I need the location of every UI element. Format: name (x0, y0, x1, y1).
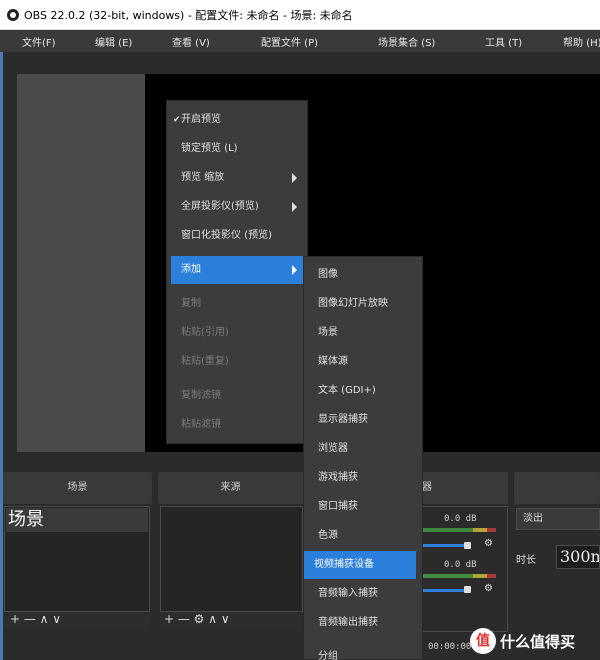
submenu-item-group[interactable]: 分组 (308, 643, 418, 660)
scene-list-item[interactable]: 场景 (6, 508, 148, 532)
status-time: 00:00:00 (428, 642, 472, 652)
watermark-text: 什么值得买 (500, 632, 576, 651)
menu-item-copy[interactable]: 复制 (171, 290, 303, 318)
submenu-arrow-icon (292, 173, 297, 183)
sources-list[interactable] (160, 506, 303, 612)
transition-select[interactable]: 淡出 (516, 508, 600, 530)
menu-tools[interactable]: 工具 (T) (485, 34, 522, 49)
submenu-item-scene[interactable]: 场景 (308, 319, 418, 347)
menu-help[interactable]: 帮助 (H) (563, 34, 600, 49)
window-title: OBS 22.0.2 (32-bit, windows) - 配置文件: 未命名… (24, 8, 353, 22)
transitions-dock-title (514, 472, 600, 504)
mixer-ch2-db: 0.0 dB (444, 560, 477, 570)
menu-item-paste-filters[interactable]: 粘贴滤镜 (171, 411, 303, 439)
sources-toolbar-buttons[interactable]: + — ⚙ ∧ ∨ (164, 612, 230, 626)
submenu-item-window-capture[interactable]: 窗口捕获 (308, 493, 418, 521)
menu-item-copy-filters[interactable]: 复制滤镜 (171, 382, 303, 410)
watermark-badge: 值 (470, 628, 496, 654)
submenu-item-text-gdi[interactable]: 文本 (GDI+) (308, 377, 418, 405)
mixer-ch1-db: 0.0 dB (444, 514, 477, 524)
mixer-ch1-knob[interactable] (464, 542, 471, 549)
duration-label: 时长 (516, 555, 536, 566)
sources-dock-title: 来源 (158, 472, 303, 504)
gear-icon[interactable]: ⚙ (484, 583, 493, 594)
menu-item-paste-reference[interactable]: 粘贴(引用) (171, 319, 303, 347)
submenu-item-display-capture[interactable]: 显示器捕获 (308, 406, 418, 434)
preview-background (17, 74, 145, 452)
menu-item-fullscreen-projector[interactable]: 全屏投影仪(预览) (171, 193, 303, 221)
watermark: 值 什么值得买 (470, 628, 575, 654)
submenu-item-color-source[interactable]: 色源 (308, 522, 418, 550)
mixer-ch2-slider[interactable] (420, 589, 466, 592)
mixer-ch2-knob[interactable] (464, 586, 471, 593)
gear-icon[interactable]: ⚙ (484, 538, 493, 549)
menu-view[interactable]: 查看 (V) (172, 34, 210, 49)
duration-input[interactable]: 300ms (556, 545, 600, 569)
menu-file[interactable]: 文件(F) (22, 34, 56, 49)
submenu-arrow-icon (292, 265, 297, 275)
obs-logo-icon (7, 8, 19, 21)
menu-item-enable-preview[interactable]: ✔ 开启预览 (171, 106, 303, 134)
menu-profile[interactable]: 配置文件 (P) (261, 34, 318, 49)
add-submenu: 图像 图像幻灯片放映 场景 媒体源 文本 (GDI+) 显示器捕获 浏览器 游戏… (303, 256, 423, 660)
submenu-item-image-slideshow[interactable]: 图像幻灯片放映 (308, 290, 418, 318)
submenu-item-browser[interactable]: 浏览器 (308, 435, 418, 463)
scenes-toolbar: + — ∧ ∨ (4, 612, 150, 628)
mixer-ch1-slider[interactable] (420, 544, 466, 547)
menu-bar: 文件(F) 编辑 (E) 查看 (V) 配置文件 (P) 场景集合 (S) 工具… (0, 30, 600, 52)
submenu-item-game-capture[interactable]: 游戏捕获 (308, 464, 418, 492)
scenes-dock-title: 场景 (3, 472, 152, 504)
submenu-arrow-icon (292, 202, 297, 212)
title-bar: OBS 22.0.2 (32-bit, windows) - 配置文件: 未命名… (0, 0, 600, 30)
sources-toolbar: + — ⚙ ∧ ∨ (160, 612, 303, 628)
menu-item-windowed-projector[interactable]: 窗口化投影仪 (预览) (171, 222, 303, 250)
submenu-item-audio-input-capture[interactable]: 音频输入捕获 (308, 580, 418, 608)
menu-edit[interactable]: 编辑 (E) (95, 34, 132, 49)
submenu-item-media-source[interactable]: 媒体源 (308, 348, 418, 376)
submenu-item-video-capture-device[interactable]: 视频捕获设备 (304, 551, 416, 579)
preview-context-menu: ✔ 开启预览 锁定预览 (L) 预览 缩放 全屏投影仪(预览) 窗口化投影仪 (… (166, 100, 308, 444)
mixer-ch2-meter (420, 574, 496, 578)
mixer-ch1-meter (420, 528, 496, 532)
menu-item-lock-preview[interactable]: 锁定预览 (L) (171, 135, 303, 163)
menu-item-paste-duplicate[interactable]: 粘贴(重复) (171, 348, 303, 376)
menu-item-preview-scale[interactable]: 预览 缩放 (171, 164, 303, 192)
menu-scene-collection[interactable]: 场景集合 (S) (378, 34, 435, 49)
scenes-toolbar-buttons[interactable]: + — ∧ ∨ (10, 612, 61, 626)
submenu-item-audio-output-capture[interactable]: 音频输出捕获 (308, 609, 418, 637)
mixer-dock-title: 器 (420, 472, 508, 504)
submenu-item-image[interactable]: 图像 (308, 261, 418, 289)
menu-item-add[interactable]: 添加 (171, 256, 303, 284)
check-icon: ✔ (173, 115, 181, 125)
